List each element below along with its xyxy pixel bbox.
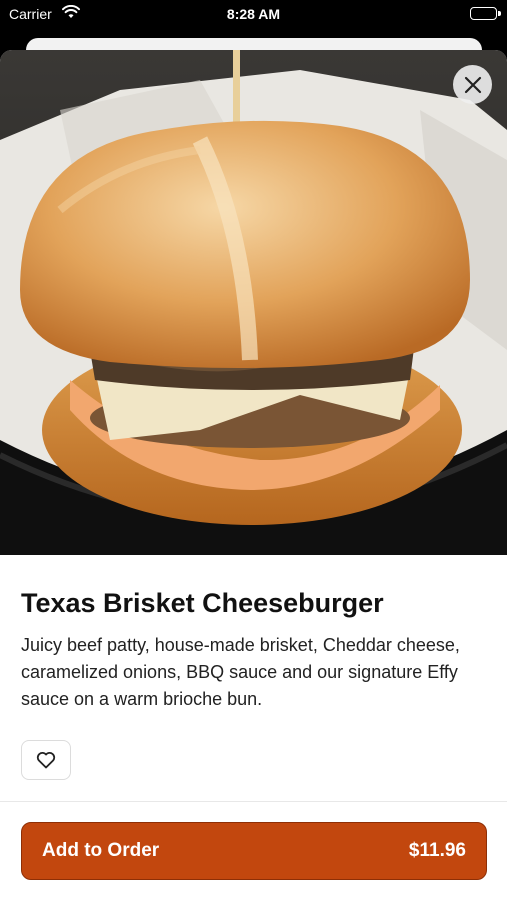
item-price: $11.96	[408, 840, 466, 861]
item-description: Juicy beef patty, house-made brisket, Ch…	[21, 635, 460, 709]
add-to-order-button[interactable]: Add to Order $11.96	[21, 822, 487, 880]
item-detail-sheet: Texas Brisket Cheeseburger Juicy beef pa…	[0, 50, 507, 900]
heart-outline-icon	[36, 752, 56, 769]
battery-icon	[470, 7, 497, 20]
divider	[0, 801, 507, 802]
battery-tip	[498, 11, 501, 16]
close-button[interactable]	[453, 65, 492, 104]
favorite-button[interactable]	[21, 740, 71, 780]
item-title: Texas Brisket Cheeseburger	[21, 588, 384, 618]
add-to-order-label: Add to Order	[42, 840, 160, 861]
close-icon	[464, 76, 481, 93]
status-bar: Carrier 8:28 AM	[0, 0, 507, 30]
status-time: 8:28 AM	[226, 6, 281, 22]
item-photo	[0, 50, 507, 555]
